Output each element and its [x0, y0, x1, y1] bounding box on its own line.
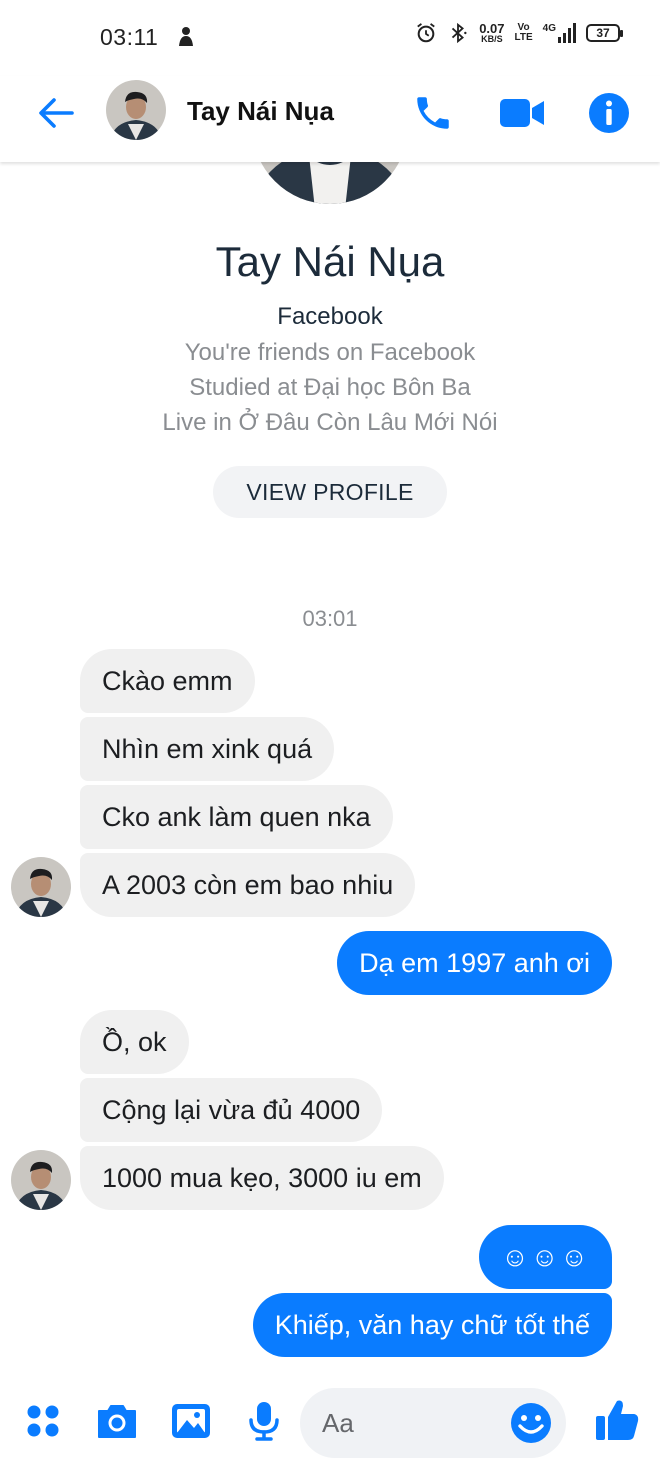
video-call-button[interactable]	[497, 88, 547, 138]
notification-person-icon	[179, 27, 193, 46]
network-speed-unit: KB/S	[481, 34, 503, 44]
volte-indicator: Vo LTE	[515, 23, 533, 43]
message-timestamp: 03:01	[302, 606, 358, 631]
message-bubble-incoming[interactable]: Nhìn em xink quá	[80, 717, 335, 781]
battery-level: 37	[596, 26, 610, 40]
contact-name[interactable]: Tay Nái Nụa	[187, 96, 334, 127]
back-arrow-icon	[39, 98, 74, 128]
status-icons: 0.07 KB/S Vo LTE 4G 37	[415, 22, 623, 44]
message-bubble-outgoing[interactable]: Khiếp, văn hay chữ tốt thế	[252, 1293, 612, 1357]
message-bubble-incoming[interactable]: 1000 mua kẹo, 3000 iu em	[80, 1146, 444, 1210]
message-bubble-outgoing-emoji[interactable]: ☺☺☺	[479, 1225, 612, 1289]
avatar-photo	[11, 857, 71, 917]
apps-button[interactable]	[20, 1398, 66, 1444]
sender-avatar[interactable]	[11, 857, 71, 917]
signal-bars-icon	[558, 23, 576, 43]
sender-avatar[interactable]	[11, 1150, 71, 1210]
thumbs-up-icon	[596, 1400, 639, 1440]
like-button[interactable]	[592, 1394, 642, 1446]
network-speed: 0.07 KB/S	[479, 22, 504, 44]
message-composer	[0, 1380, 660, 1474]
profile-location: Live in Ở Đâu Còn Lâu Mới Nói	[162, 409, 498, 436]
contact-avatar[interactable]	[106, 80, 166, 140]
profile-source: Facebook	[277, 303, 383, 330]
alarm-icon	[417, 23, 435, 43]
message-input[interactable]	[322, 1400, 502, 1446]
chat-header: Tay Nái Nụa	[0, 76, 660, 162]
voice-message-button[interactable]	[241, 1398, 287, 1444]
gallery-button[interactable]	[168, 1398, 214, 1444]
voice-call-button[interactable]	[408, 88, 458, 138]
message-bubble-outgoing[interactable]: Dạ em 1997 anh ơi	[337, 931, 612, 995]
back-button[interactable]	[34, 91, 78, 135]
signal-strength: 4G	[543, 23, 576, 43]
battery-indicator: 37	[586, 24, 623, 42]
message-bubble-incoming[interactable]: A 2003 còn em bao nhiu	[80, 853, 416, 917]
info-icon	[589, 93, 629, 133]
profile-photo[interactable]	[252, 162, 408, 204]
gallery-icon	[172, 1404, 210, 1438]
profile-education: Studied at Đại học Bôn Ba	[189, 374, 471, 401]
message-input-container[interactable]	[300, 1388, 566, 1458]
message-bubble-incoming[interactable]: Cko ank làm quen nka	[80, 785, 393, 849]
avatar-photo	[11, 1150, 71, 1210]
microphone-icon	[249, 1402, 279, 1441]
status-bar: 03:11 0.07 KB/S Vo LTE 4G 37	[0, 0, 660, 76]
status-time: 03:11	[100, 24, 159, 50]
message-bubble-incoming[interactable]: Ckào emm	[80, 649, 255, 713]
emoji-icon	[511, 1403, 551, 1443]
network-type: 4G	[542, 23, 556, 34]
message-bubble-incoming[interactable]: Cộng lại vừa đủ 4000	[80, 1078, 383, 1142]
camera-icon	[98, 1405, 136, 1438]
profile-photo-image	[252, 162, 408, 204]
video-camera-icon	[500, 99, 544, 127]
apps-icon	[27, 1405, 59, 1437]
view-profile-button[interactable]: VIEW PROFILE	[213, 466, 447, 518]
avatar-photo	[106, 80, 166, 140]
profile-friend-status: You're friends on Facebook	[184, 339, 476, 366]
info-button[interactable]	[584, 88, 634, 138]
profile-name: Tay Nái Nụa	[215, 238, 445, 285]
message-bubble-incoming[interactable]: Ồ, ok	[80, 1010, 189, 1074]
phone-icon	[417, 97, 449, 129]
volte-bottom: LTE	[514, 32, 533, 43]
emoji-button[interactable]	[508, 1400, 554, 1446]
camera-button[interactable]	[94, 1398, 140, 1444]
bluetooth-icon	[452, 22, 467, 44]
